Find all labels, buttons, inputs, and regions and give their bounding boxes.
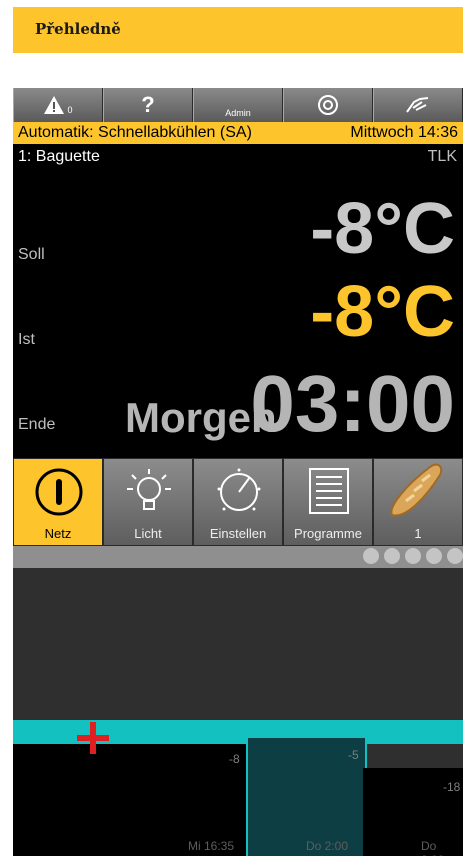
page-banner: Přehledně [13, 7, 463, 53]
mode-text: Automatik: Schnellabkühlen (SA) [18, 124, 252, 141]
alarm-count: 0 [67, 105, 73, 115]
admin-label: Admin [225, 108, 251, 118]
controller-screen: 0 ? Admin Automatik: Schnellabkühlen (SA… [13, 88, 463, 856]
help-button[interactable]: ? [103, 88, 193, 122]
einstellen-label: Einstellen [209, 526, 267, 541]
admin-button[interactable]: Admin [193, 88, 283, 122]
licht-button[interactable]: Licht [103, 458, 193, 546]
power-icon [35, 468, 83, 516]
crosshair-marker[interactable] [77, 722, 109, 754]
top-toolbar: 0 ? Admin [13, 88, 463, 122]
programme-label: Programme [294, 526, 362, 541]
cycle-button[interactable] [283, 88, 373, 122]
hand-button[interactable] [373, 88, 463, 122]
flame-icon[interactable] [363, 548, 379, 564]
warning-icon [44, 96, 65, 114]
baguette-icon [390, 463, 443, 517]
main-menu: Netz Licht Einstellen Programme 1 [13, 458, 463, 546]
netz-button[interactable]: Netz [13, 458, 103, 546]
help-icon: ? [141, 92, 155, 117]
graph-time-3: Do 3:00 [421, 839, 444, 856]
graph-value-1: -8 [229, 752, 240, 766]
ende-label: Ende [18, 416, 56, 433]
list-icon [309, 468, 349, 514]
graph-toolbar-icons [363, 548, 463, 566]
programme-button[interactable]: Programme [283, 458, 373, 546]
licht-label: Licht [134, 526, 162, 541]
ist-label: Ist [18, 331, 35, 348]
alarm-button[interactable]: 0 [13, 88, 103, 122]
soll-value: -8°C [310, 189, 455, 269]
cycle-icon [318, 95, 338, 115]
ende-time: 03:00 [250, 359, 455, 448]
netz-label: Netz [44, 526, 72, 541]
fan-icon[interactable] [384, 548, 400, 564]
datetime-text: Mittwoch 14:36 [350, 124, 458, 141]
lightbulb-icon [127, 469, 171, 510]
arrow-left-icon[interactable] [447, 548, 463, 564]
graph-value-2: -5 [348, 748, 359, 762]
banner-title: Přehledně [35, 20, 121, 38]
soll-label: Soll [18, 246, 45, 263]
graph-time-1: Mi 16:35 [188, 839, 235, 853]
graph-value-3: -18 [443, 780, 461, 794]
ist-value: -8°C [310, 272, 455, 352]
dial-icon [217, 468, 261, 511]
snowflake-icon[interactable] [405, 548, 421, 564]
einstellen-button[interactable]: Einstellen [193, 458, 283, 546]
status-bar: Automatik: Schnellabkühlen (SA) Mittwoch… [13, 122, 463, 144]
product-label: 1 [414, 526, 422, 541]
program-name: 1: Baguette [18, 148, 100, 165]
door-icon[interactable] [426, 548, 442, 564]
graph-time-2: Do 2:00 [306, 839, 349, 853]
hand-icon [406, 97, 429, 113]
product-button[interactable]: 1 [373, 458, 463, 546]
program-type: TLK [427, 148, 457, 165]
